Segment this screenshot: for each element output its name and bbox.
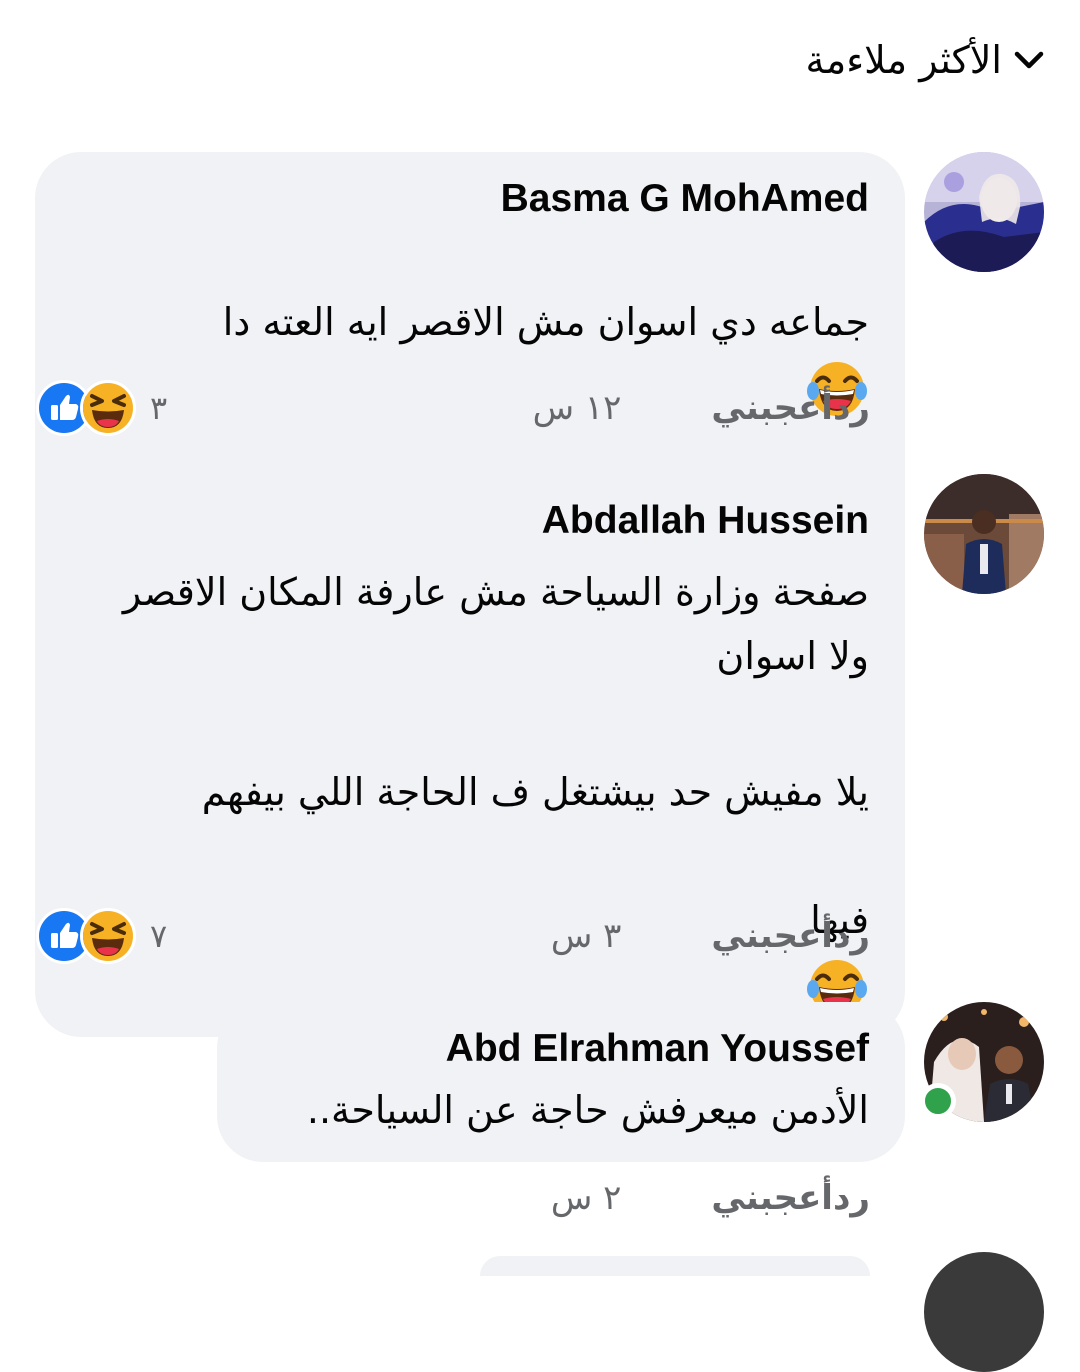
avatar[interactable] (924, 474, 1044, 594)
reaction-summary[interactable]: ٧ (36, 908, 167, 964)
sort-dropdown[interactable]: الأكثر ملاءمة (806, 34, 1044, 86)
reply-button[interactable]: رد (833, 388, 870, 428)
comment-bubble[interactable]: Abd Elrahman Youssef الأدمن ميعرفش حاجة … (217, 1002, 905, 1162)
comment-text-line: يلا مفيش حد بيشتغل ف الحاجة اللي بيفهم (201, 770, 869, 814)
comment-time[interactable]: ٢ س (551, 1178, 622, 1218)
comment-text-line: صفحة وزارة السياحة مش عارفة المكان الاقص… (122, 570, 869, 614)
comment-time[interactable]: ١٢ س (533, 388, 622, 428)
online-status-indicator (920, 1083, 956, 1119)
haha-icon (80, 908, 136, 964)
comment-text-line: الأدمن ميعرفش حاجة عن السياحة.. (306, 1088, 869, 1132)
sort-label: الأكثر ملاءمة (805, 38, 1002, 82)
reaction-count: ٣ (150, 389, 168, 427)
comment-author[interactable]: Abdallah Hussein (75, 496, 869, 546)
comment-author[interactable]: Abd Elrahman Youssef (257, 1024, 869, 1074)
avatar[interactable] (924, 152, 1044, 272)
reaction-summary[interactable]: ٣ (36, 380, 167, 436)
haha-icon (80, 380, 136, 436)
comment-actions: ١٢ س أعجبني رد (473, 388, 870, 428)
comment-actions: ٢ س أعجبني رد (491, 1178, 870, 1218)
comment-time[interactable]: ٣ س (551, 916, 622, 956)
like-button[interactable]: أعجبني (711, 1178, 833, 1218)
comment-text-line: جماعه دي اسوان مش الاقصر ايه العته دا (222, 300, 869, 344)
comment-author[interactable]: Basma G MohAmed (75, 174, 869, 224)
reaction-count: ٧ (150, 917, 168, 955)
comment-text-line: ولا اسوان (716, 634, 869, 678)
next-avatar-partial (924, 1252, 1044, 1372)
next-comment-bubble-partial (480, 1256, 870, 1276)
like-button[interactable]: أعجبني (711, 388, 833, 428)
reply-button[interactable]: رد (833, 916, 870, 956)
reply-button[interactable]: رد (833, 1178, 870, 1218)
chevron-down-icon (1014, 50, 1044, 70)
like-button[interactable]: أعجبني (711, 916, 833, 956)
comment-actions: ٣ س أعجبني رد (491, 916, 870, 956)
